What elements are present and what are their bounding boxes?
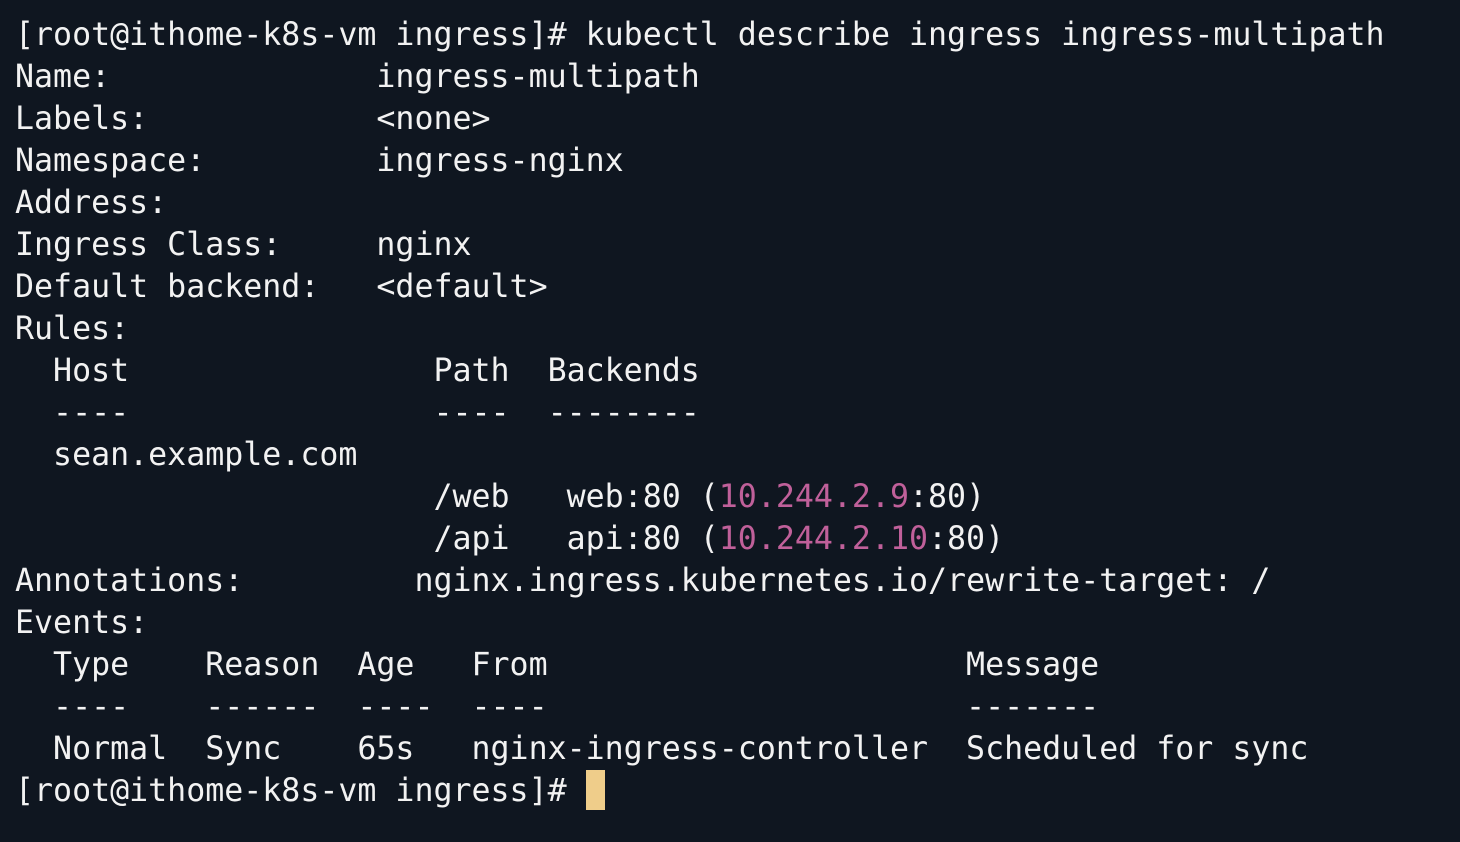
- rule-web-suffix: :80): [909, 479, 986, 515]
- labels-value: <none>: [376, 101, 491, 137]
- default-backend-row: Default backend: <default>: [15, 266, 1460, 308]
- rules-label: Rules:: [15, 311, 130, 347]
- name-row: Name: ingress-multipath: [15, 56, 1460, 98]
- prompt: [root@ithome-k8s-vm ingress]#: [15, 773, 586, 809]
- rule-host: sean.example.com: [15, 437, 358, 473]
- rule-web-path: /web web:80 (10.244.2.9:80): [15, 476, 1460, 518]
- annotations-value: nginx.ingress.kubernetes.io/rewrite-targ…: [414, 563, 1271, 599]
- events-label: Events:: [15, 605, 149, 641]
- rule-web-prefix: /web web:80 (: [15, 479, 719, 515]
- input-line[interactable]: [root@ithome-k8s-vm ingress]#: [15, 770, 1460, 812]
- namespace-value: ingress-nginx: [376, 143, 624, 179]
- namespace-label: Namespace:: [15, 143, 377, 179]
- ingress-class-value: nginx: [376, 227, 472, 263]
- annotations-row: Annotations: nginx.ingress.kubernetes.io…: [15, 560, 1460, 602]
- event-row: Normal Sync 65s nginx-ingress-controller…: [15, 731, 1309, 767]
- cursor-block: [585, 770, 605, 810]
- rule-web-ip: 10.244.2.9: [718, 479, 909, 515]
- labels-label: Labels:: [15, 101, 377, 137]
- annotations-label: Annotations:: [15, 563, 415, 599]
- address-row: Address:: [15, 182, 1460, 224]
- rule-api-suffix: :80): [928, 521, 1005, 557]
- default-backend-value: <default>: [376, 269, 548, 305]
- rules-divider: ---- ---- --------: [15, 395, 700, 431]
- command-line: [root@ithome-k8s-vm ingress]# kubectl de…: [15, 14, 1460, 56]
- rules-header: Host Path Backends: [15, 353, 700, 389]
- name-label: Name:: [15, 59, 377, 95]
- terminal-window[interactable]: [root@ithome-k8s-vm ingress]# kubectl de…: [0, 0, 1460, 842]
- rule-api-path: /api api:80 (10.244.2.10:80): [15, 518, 1460, 560]
- command-text: kubectl describe ingress ingress-multipa…: [585, 17, 1385, 53]
- events-header: Type Reason Age From Message: [15, 647, 1100, 683]
- prompt: [root@ithome-k8s-vm ingress]#: [15, 17, 586, 53]
- namespace-row: Namespace: ingress-nginx: [15, 140, 1460, 182]
- rule-api-ip: 10.244.2.10: [718, 521, 929, 557]
- rule-api-prefix: /api api:80 (: [15, 521, 719, 557]
- ingress-class-row: Ingress Class: nginx: [15, 224, 1460, 266]
- events-divider: ---- ------ ---- ---- -------: [15, 689, 1100, 725]
- ingress-class-label: Ingress Class:: [15, 227, 377, 263]
- default-backend-label: Default backend:: [15, 269, 377, 305]
- address-label: Address:: [15, 185, 168, 221]
- labels-row: Labels: <none>: [15, 98, 1460, 140]
- name-value: ingress-multipath: [376, 59, 700, 95]
